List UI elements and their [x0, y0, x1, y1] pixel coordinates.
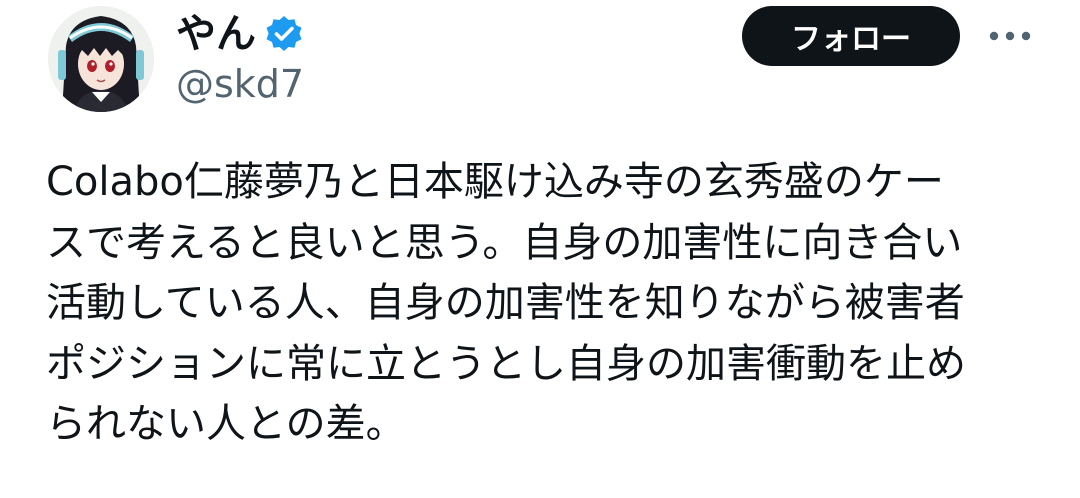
- tweet-line: ポジションに常に立とうとし自身の加害衝動を止め: [46, 340, 966, 387]
- avatar[interactable]: [48, 6, 154, 112]
- anime-character-avatar: [48, 6, 154, 112]
- tweet-line: Colabo仁藤夢乃と日本駆け込み寺の玄秀盛のケー: [46, 159, 944, 205]
- tweet-line: られない人との差。: [46, 401, 406, 447]
- author-name-row: やん: [176, 8, 304, 60]
- follow-button[interactable]: フォロー: [742, 6, 960, 66]
- more-options-icon[interactable]: [984, 18, 1036, 54]
- tweet-line: 活動している人、自身の加害性を知りながら被害者: [46, 280, 965, 326]
- verified-badge-icon: [264, 14, 304, 54]
- author-handle[interactable]: @skd7: [176, 63, 304, 106]
- display-name[interactable]: やん: [176, 14, 256, 54]
- tweet-line: スで考えると良いと思う。自身の加害性に向き合い: [46, 219, 963, 266]
- tweet-text: Colabo仁藤夢乃と日本駆け込み寺の玄秀盛のケー スで考えると良いと思う。自身…: [46, 152, 1046, 455]
